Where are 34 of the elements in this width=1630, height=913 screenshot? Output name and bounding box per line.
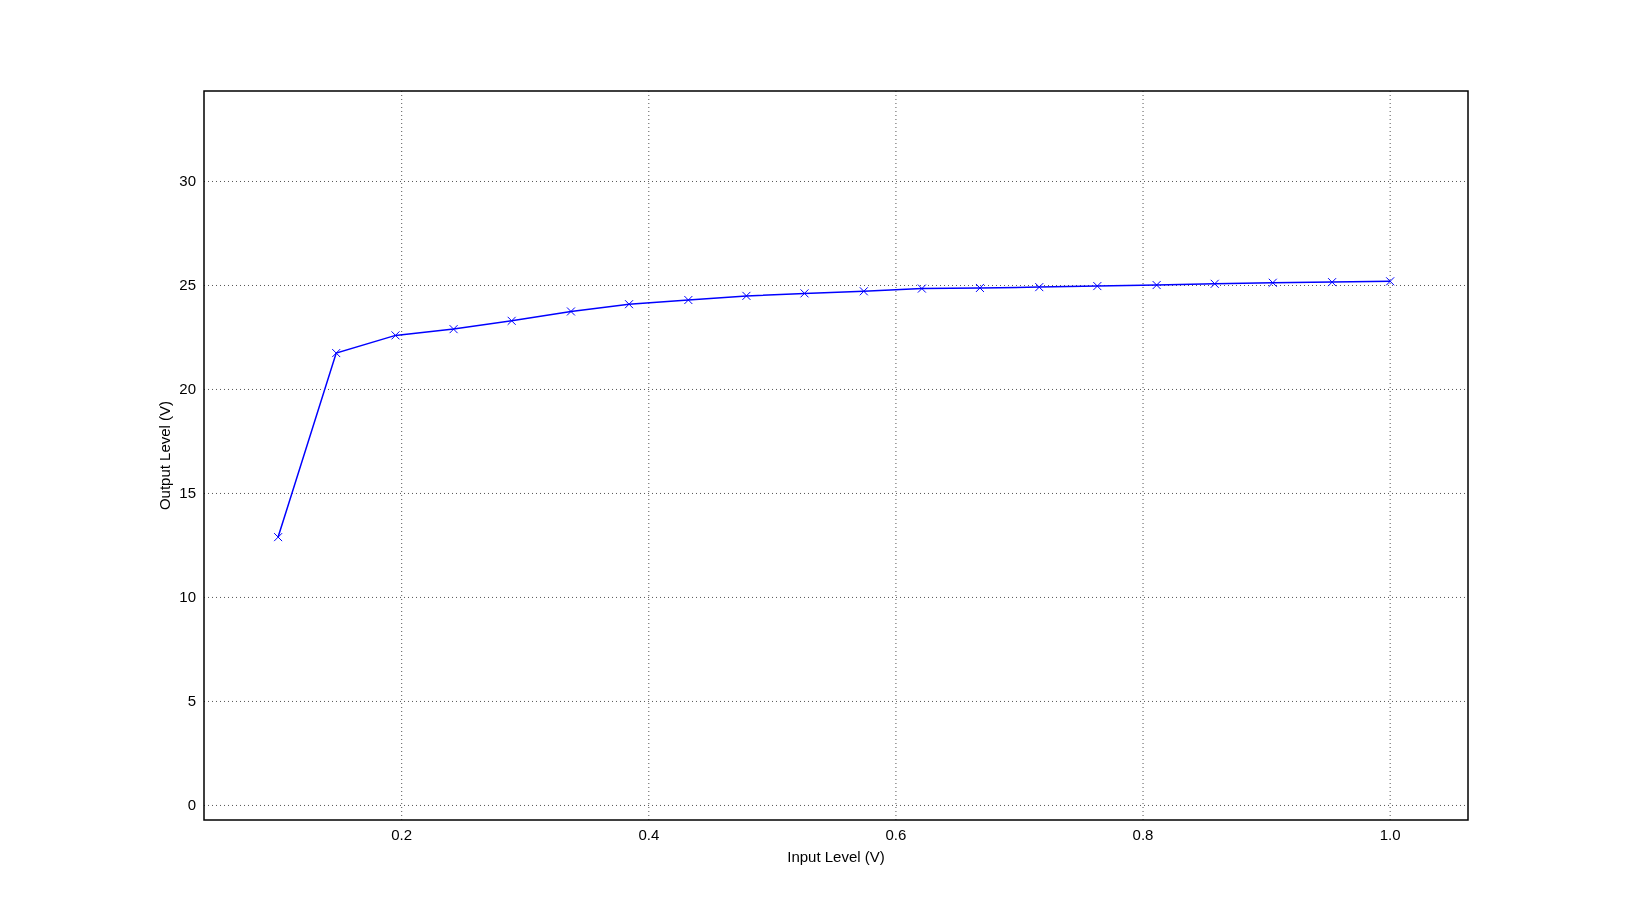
y-tick-label: 25 [179,276,196,294]
data-point-marker [683,295,693,305]
y-tick-label: 30 [179,172,196,190]
data-point-marker [917,284,927,294]
data-point-marker [624,299,634,309]
y-tick-label: 5 [187,692,196,710]
data-point-marker [449,324,459,334]
data-point-marker [331,348,341,358]
data-point-marker [391,330,400,340]
data-point-marker [800,288,809,298]
y-tick-label: 10 [179,588,196,606]
data-point-marker [1327,277,1337,287]
y-axis-label: Output Level (V) [156,400,173,511]
data-point-marker [741,291,751,301]
x-tick-label: 0.8 [1132,826,1154,843]
data-point-marker [1385,276,1395,286]
y-tick-label: 0 [187,796,196,814]
x-axis-label: Input Level (V) [787,848,885,865]
data-point-marker [1152,280,1162,290]
data-point-marker [859,286,869,296]
y-tick-label: 20 [179,380,196,398]
data-point-marker [566,306,576,316]
x-tick-label: 1.0 [1379,826,1401,843]
data-point-marker [1268,278,1278,288]
x-tick-label: 0.2 [391,826,413,843]
data-point-marker [507,316,517,326]
data-point-marker [975,283,985,293]
data-point-marker [1034,282,1044,292]
y-tick-label: 15 [179,484,196,502]
x-tick-label: 0.4 [638,826,660,843]
data-point-marker [273,532,283,542]
data-point-marker [1210,279,1220,289]
x-tick-label: 0.6 [885,826,907,843]
data-point-marker [1092,281,1102,291]
